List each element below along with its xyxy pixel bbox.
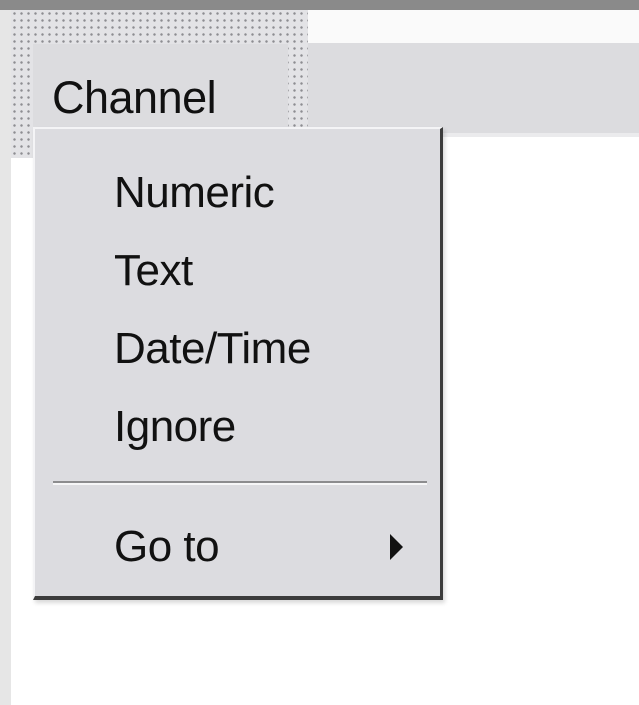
context-menu: Numeric Text Date/Time Ignore Go to (33, 127, 443, 600)
window-left-border (0, 10, 11, 705)
menu-item-text[interactable]: Text (35, 232, 440, 310)
menu-item-label: Ignore (114, 402, 236, 451)
menu-item-label: Text (114, 246, 193, 295)
menu-item-go-to[interactable]: Go to (35, 508, 440, 586)
menu-item-label: Date/Time (114, 324, 311, 373)
separator-highlight-line (53, 483, 427, 485)
menu-item-numeric[interactable]: Numeric (35, 154, 440, 232)
submenu-arrow-icon (390, 534, 403, 560)
column-header-label: Channel (52, 72, 217, 123)
window-top-border (0, 0, 639, 10)
menu-item-label: Go to (114, 522, 220, 571)
menu-item-date-time[interactable]: Date/Time (35, 310, 440, 388)
menu-item-ignore[interactable]: Ignore (35, 388, 440, 466)
menu-item-label: Numeric (114, 168, 275, 217)
menu-separator (53, 481, 427, 485)
